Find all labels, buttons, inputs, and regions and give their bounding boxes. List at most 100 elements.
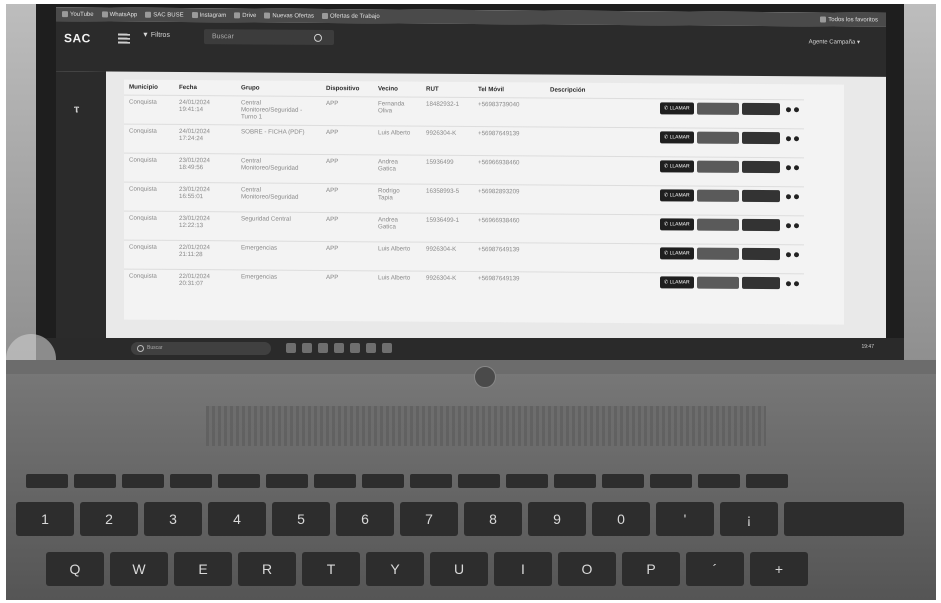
mail-icon[interactable]: [334, 343, 344, 353]
key[interactable]: [506, 474, 548, 488]
more-icon[interactable]: [785, 135, 791, 141]
status-button[interactable]: [696, 102, 739, 115]
key[interactable]: Y: [366, 552, 424, 586]
key[interactable]: [554, 474, 596, 488]
more-icon[interactable]: [785, 106, 791, 112]
table-row[interactable]: Conquista 22/01/2024 20:31:07 Emergencia…: [124, 269, 804, 303]
call-button[interactable]: ✆ LLAMAR: [660, 102, 694, 115]
key[interactable]: 3: [144, 502, 202, 536]
key[interactable]: [362, 474, 404, 488]
filters-button[interactable]: ▼ Filtros: [142, 32, 170, 39]
key[interactable]: 9: [528, 502, 586, 536]
column-header[interactable]: Grupo: [236, 80, 321, 96]
finalize-button[interactable]: [741, 247, 780, 261]
key[interactable]: [218, 474, 260, 488]
store-icon[interactable]: [318, 343, 328, 353]
app-icon[interactable]: [350, 343, 360, 353]
column-header[interactable]: Municipio: [124, 80, 174, 96]
key[interactable]: [266, 474, 308, 488]
status-button[interactable]: [696, 218, 739, 231]
key[interactable]: P: [622, 552, 680, 586]
key[interactable]: 4: [208, 502, 266, 536]
key[interactable]: ': [656, 502, 714, 536]
finalize-button[interactable]: [741, 276, 780, 290]
column-header[interactable]: Descripción: [545, 83, 655, 99]
key[interactable]: [410, 474, 452, 488]
key[interactable]: [74, 474, 116, 488]
bookmark-item[interactable]: WhatsApp: [101, 11, 137, 18]
more-icon[interactable]: [785, 164, 791, 170]
key[interactable]: I: [494, 552, 552, 586]
table-row[interactable]: Conquista 23/01/2024 16:55:01 Central Mo…: [124, 182, 804, 216]
key[interactable]: 8: [464, 502, 522, 536]
table-row[interactable]: Conquista 24/01/2024 19:41:14 Central Mo…: [124, 95, 804, 129]
more-icon[interactable]: [793, 164, 799, 170]
finalize-button[interactable]: [741, 131, 780, 145]
key[interactable]: 0: [592, 502, 650, 536]
key[interactable]: ´: [686, 552, 744, 586]
more-icon[interactable]: [793, 135, 799, 141]
finalize-button[interactable]: [741, 160, 780, 174]
key[interactable]: [122, 474, 164, 488]
status-button[interactable]: [696, 276, 739, 289]
call-button[interactable]: ✆ LLAMAR: [660, 131, 694, 144]
key[interactable]: O: [558, 552, 616, 586]
call-button[interactable]: ✆ LLAMAR: [660, 160, 694, 173]
app-icon[interactable]: [366, 343, 376, 353]
finalize-button[interactable]: [741, 218, 780, 232]
status-button[interactable]: [696, 160, 739, 173]
bookmark-item[interactable]: Instagram: [191, 11, 226, 19]
call-button[interactable]: ✆ LLAMAR: [660, 189, 694, 202]
brand-logo[interactable]: SAC: [64, 31, 91, 45]
call-button[interactable]: ✆ LLAMAR: [660, 276, 694, 289]
more-icon[interactable]: [785, 251, 791, 257]
key[interactable]: +: [750, 552, 808, 586]
hamburger-menu-icon[interactable]: [118, 33, 130, 44]
key[interactable]: ¡: [720, 502, 778, 536]
key[interactable]: 1: [16, 502, 74, 536]
clock[interactable]: 19:47: [861, 344, 874, 350]
key[interactable]: 7: [400, 502, 458, 536]
status-button[interactable]: [696, 189, 739, 202]
key[interactable]: [650, 474, 692, 488]
column-header[interactable]: Tel Móvil: [473, 82, 545, 98]
more-icon[interactable]: [785, 222, 791, 228]
bookmark-item[interactable]: Ofertas de Trabajo: [322, 12, 380, 20]
more-icon[interactable]: [793, 251, 799, 257]
user-menu[interactable]: Agente Campaña ▾: [809, 38, 860, 45]
key[interactable]: [602, 474, 644, 488]
key[interactable]: 2: [80, 502, 138, 536]
taskbar-search-input[interactable]: Buscar: [131, 342, 271, 355]
more-icon[interactable]: [793, 222, 799, 228]
key[interactable]: [458, 474, 500, 488]
bookmark-item[interactable]: YouTube: [62, 10, 94, 18]
key[interactable]: [170, 474, 212, 488]
key[interactable]: W: [110, 552, 168, 586]
key[interactable]: U: [430, 552, 488, 586]
key[interactable]: [698, 474, 740, 488]
bookmark-item[interactable]: Drive: [234, 12, 256, 19]
column-header[interactable]: Fecha: [174, 80, 236, 96]
column-header[interactable]: Dispositivo: [321, 81, 373, 97]
more-icon[interactable]: [793, 280, 799, 286]
call-button[interactable]: ✆ LLAMAR: [660, 218, 694, 231]
key[interactable]: R: [238, 552, 296, 586]
key[interactable]: [746, 474, 788, 488]
key[interactable]: E: [174, 552, 232, 586]
table-row[interactable]: Conquista 23/01/2024 18:49:56 Central Mo…: [124, 153, 804, 187]
table-row[interactable]: Conquista 23/01/2024 12:22:13 Seguridad …: [124, 211, 804, 245]
bookmark-item[interactable]: SAC BUSE: [145, 11, 184, 18]
finalize-button[interactable]: [741, 189, 780, 203]
backspace-key[interactable]: [784, 502, 904, 536]
bookmark-item[interactable]: Todos los favoritos: [820, 16, 878, 23]
finalize-button[interactable]: [741, 102, 780, 116]
app-icon[interactable]: [382, 343, 392, 353]
table-row[interactable]: Conquista 22/01/2024 21:11:28 Emergencia…: [124, 240, 804, 274]
key[interactable]: Q: [46, 552, 104, 586]
more-icon[interactable]: [793, 106, 799, 112]
column-header[interactable]: Vecino: [373, 81, 421, 97]
file-explorer-icon[interactable]: [286, 343, 296, 353]
column-header[interactable]: RUT: [421, 82, 473, 98]
more-icon[interactable]: [785, 280, 791, 286]
call-button[interactable]: ✆ LLAMAR: [660, 247, 694, 260]
